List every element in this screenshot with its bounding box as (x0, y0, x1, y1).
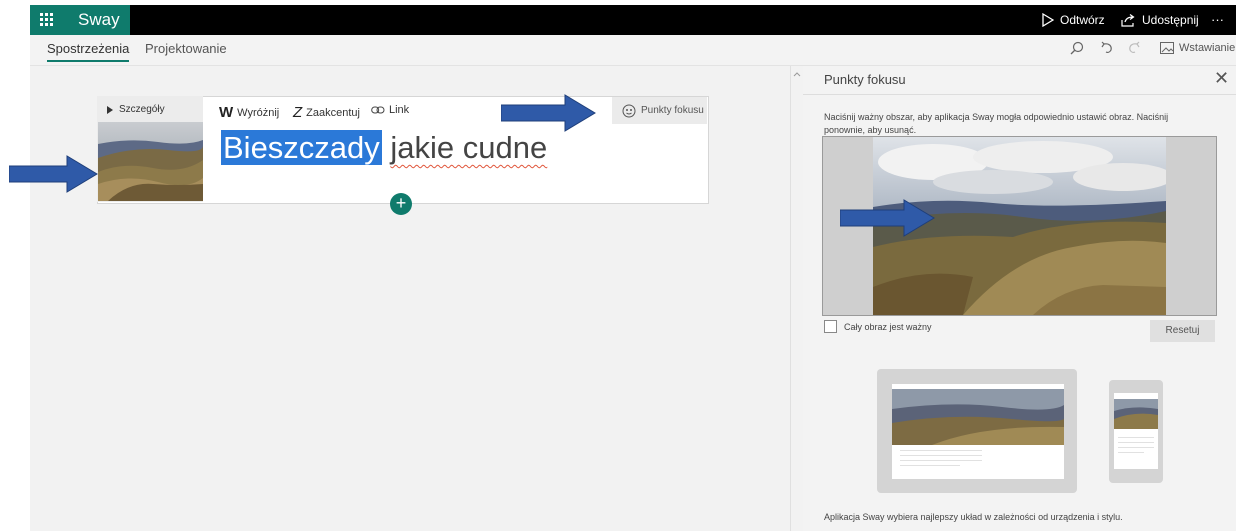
focus-label: Punkty fokusu (641, 105, 704, 116)
tab-storyline[interactable]: Spostrzeżenia (47, 41, 130, 62)
tab-design[interactable]: Projektowanie (145, 41, 227, 56)
undo-icon[interactable] (1100, 41, 1114, 60)
divider (803, 94, 1236, 95)
focus-points-button[interactable]: Punkty fokusu (612, 97, 707, 124)
headline-selected-text[interactable]: Bieszczady (221, 130, 382, 165)
card-thumbnail-image[interactable] (98, 122, 203, 201)
emphasize-button[interactable]: W Wyróżnij (219, 104, 279, 121)
phone-preview-screen (1114, 393, 1158, 469)
play-button[interactable]: Odtwórz (1042, 5, 1105, 35)
play-icon (1042, 13, 1054, 27)
share-button[interactable]: Udostępnij (1121, 5, 1199, 35)
caret-right-icon (107, 105, 113, 114)
waffle-icon[interactable] (30, 5, 64, 35)
insert-button[interactable]: Wstawianie (1160, 42, 1235, 54)
panel-title: Punkty fokusu (824, 72, 906, 87)
insert-label: Wstawianie (1179, 42, 1236, 54)
accent-button[interactable]: Z Zaakcentuj (293, 104, 360, 121)
accent-label: Zaakcentuj (306, 106, 360, 119)
card-headline[interactable]: Bieszczady jakie cudne (221, 130, 547, 166)
annotation-arrow (840, 199, 935, 237)
whole-image-checkbox[interactable] (824, 320, 837, 333)
image-icon (1160, 42, 1174, 54)
plus-icon: + (395, 193, 407, 213)
emphasize-label: Wyróżnij (237, 106, 280, 119)
scrollbar[interactable] (790, 66, 803, 531)
redo-icon[interactable] (1127, 41, 1141, 60)
tablet-preview-screen (892, 384, 1064, 479)
share-icon (1121, 13, 1135, 27)
emphasize-icon: W (219, 104, 234, 121)
panel-description: Naciśnij ważny obszar, aby aplikacja Swa… (824, 112, 1169, 135)
more-button[interactable]: ··· (1211, 5, 1224, 35)
app-name: Sway (64, 5, 130, 35)
play-label: Odtwórz (1060, 13, 1105, 27)
reset-button[interactable]: Resetuj (1150, 320, 1215, 342)
link-button[interactable]: Link (371, 104, 409, 116)
focus-icon (622, 104, 636, 117)
annotation-arrow (9, 155, 98, 193)
headline-text[interactable]: jakie cudne (390, 130, 547, 165)
add-content-button[interactable]: + (390, 193, 412, 215)
whole-image-label: Cały obraz jest ważny (844, 322, 932, 332)
panel-footer-text: Aplikacja Sway wybiera najlepszy układ w… (824, 512, 1123, 522)
link-icon (371, 106, 385, 114)
details-label: Szczegóły (119, 104, 165, 115)
annotation-arrow (501, 94, 596, 132)
close-icon[interactable]: ✕ (1214, 68, 1229, 89)
accent-icon: Z (293, 104, 303, 121)
details-toggle[interactable]: Szczegóły (107, 104, 165, 115)
search-icon[interactable] (1070, 41, 1084, 60)
share-label: Udostępnij (1142, 13, 1199, 27)
link-label: Link (389, 104, 410, 116)
